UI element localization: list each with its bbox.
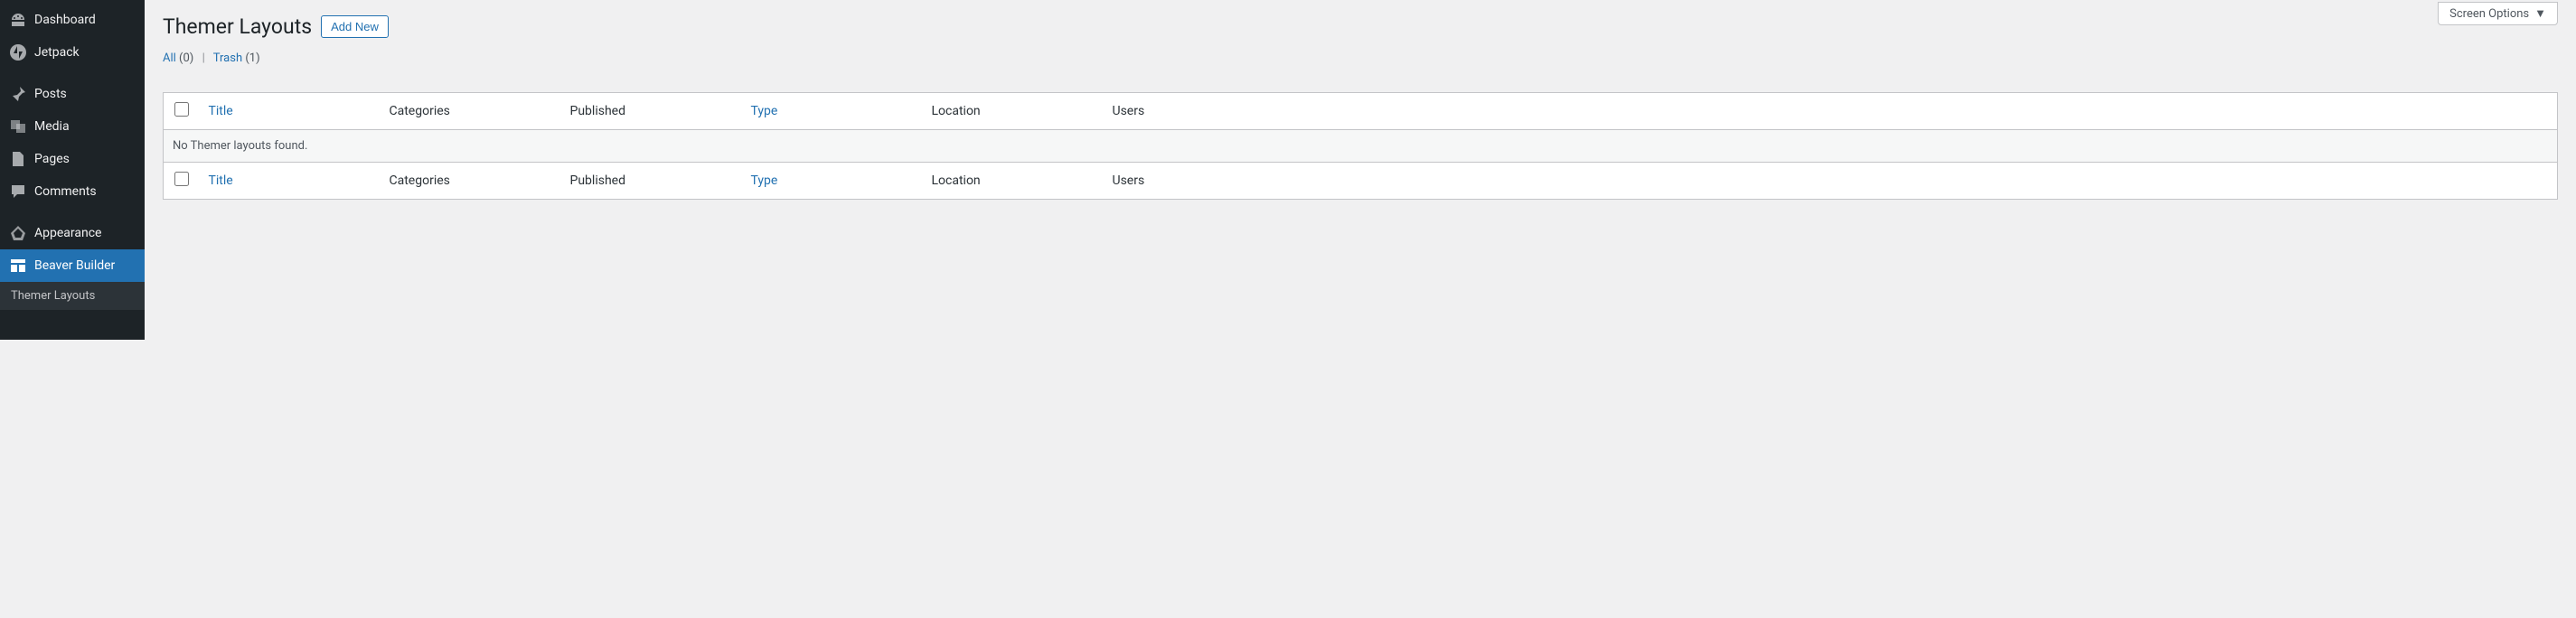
table-header-row: Title Categories Published Type Location… [164, 93, 2558, 130]
column-footer-users: Users [1104, 163, 2558, 200]
menu-separator [0, 69, 145, 78]
dashboard-icon [9, 11, 27, 29]
sidebar-item-label: Posts [34, 87, 67, 101]
sidebar-item-label: Jetpack [34, 45, 80, 60]
sidebar-item-label: Pages [34, 152, 70, 166]
filter-trash-link[interactable]: Trash [213, 52, 242, 65]
sidebar-item-media[interactable]: Media [0, 110, 145, 143]
filter-links: All (0) | Trash (1) [163, 52, 2558, 65]
screen-options-label: Screen Options [2449, 7, 2529, 21]
column-header-type[interactable]: Type [742, 93, 923, 130]
column-footer-published: Published [561, 163, 742, 200]
column-footer-categories: Categories [381, 163, 561, 200]
submenu-item-themer-layouts[interactable]: Themer Layouts [0, 282, 145, 310]
column-header-published: Published [561, 93, 742, 130]
appearance-icon [9, 224, 27, 242]
table-footer-row: Title Categories Published Type Location… [164, 163, 2558, 200]
main-content: Screen Options ▼ Themer Layouts Add New … [145, 0, 2576, 340]
menu-separator [0, 208, 145, 217]
filter-trash-count: (1) [245, 52, 259, 65]
sidebar-item-label: Media [34, 119, 70, 134]
filter-separator: | [202, 52, 205, 65]
sidebar-item-posts[interactable]: Posts [0, 78, 145, 110]
sidebar-item-appearance[interactable]: Appearance [0, 217, 145, 249]
filter-all-count: (0) [179, 52, 193, 65]
submenu-item-label: Themer Layouts [11, 289, 95, 303]
caret-down-icon: ▼ [2534, 6, 2546, 21]
sidebar-item-comments[interactable]: Comments [0, 175, 145, 208]
column-footer-title[interactable]: Title [200, 163, 381, 200]
select-all-header [164, 93, 200, 130]
filter-all-link[interactable]: All [163, 52, 176, 65]
column-header-title[interactable]: Title [200, 93, 381, 130]
media-icon [9, 117, 27, 136]
sidebar-item-pages[interactable]: Pages [0, 143, 145, 175]
sidebar-item-dashboard[interactable]: Dashboard [0, 4, 145, 36]
layout-icon [9, 257, 27, 275]
select-all-checkbox-bottom[interactable] [174, 172, 189, 186]
page-title: Themer Layouts [163, 14, 312, 39]
sidebar-item-beaver-builder[interactable]: Beaver Builder [0, 249, 145, 282]
select-all-checkbox-top[interactable] [174, 102, 189, 117]
sidebar-item-label: Appearance [34, 226, 101, 240]
add-new-button[interactable]: Add New [321, 15, 389, 38]
page-heading-row: Themer Layouts Add New [163, 14, 2558, 39]
jetpack-icon [9, 43, 27, 61]
layouts-table: Title Categories Published Type Location… [163, 92, 2558, 200]
screen-options-button[interactable]: Screen Options ▼ [2438, 2, 2558, 25]
sidebar-item-jetpack[interactable]: Jetpack [0, 36, 145, 69]
pages-icon [9, 150, 27, 168]
empty-message: No Themer layouts found. [164, 130, 2558, 163]
column-header-categories: Categories [381, 93, 561, 130]
sidebar-item-label: Comments [34, 184, 97, 199]
column-footer-type[interactable]: Type [742, 163, 923, 200]
sidebar-item-label: Dashboard [34, 13, 96, 27]
column-header-users: Users [1104, 93, 2558, 130]
comments-icon [9, 183, 27, 201]
sidebar-item-label: Beaver Builder [34, 258, 115, 273]
pin-icon [9, 85, 27, 103]
table-empty-row: No Themer layouts found. [164, 130, 2558, 163]
column-header-location: Location [923, 93, 1104, 130]
column-footer-location: Location [923, 163, 1104, 200]
select-all-footer [164, 163, 200, 200]
admin-sidebar: Dashboard Jetpack Posts Media Pages Comm… [0, 0, 145, 340]
